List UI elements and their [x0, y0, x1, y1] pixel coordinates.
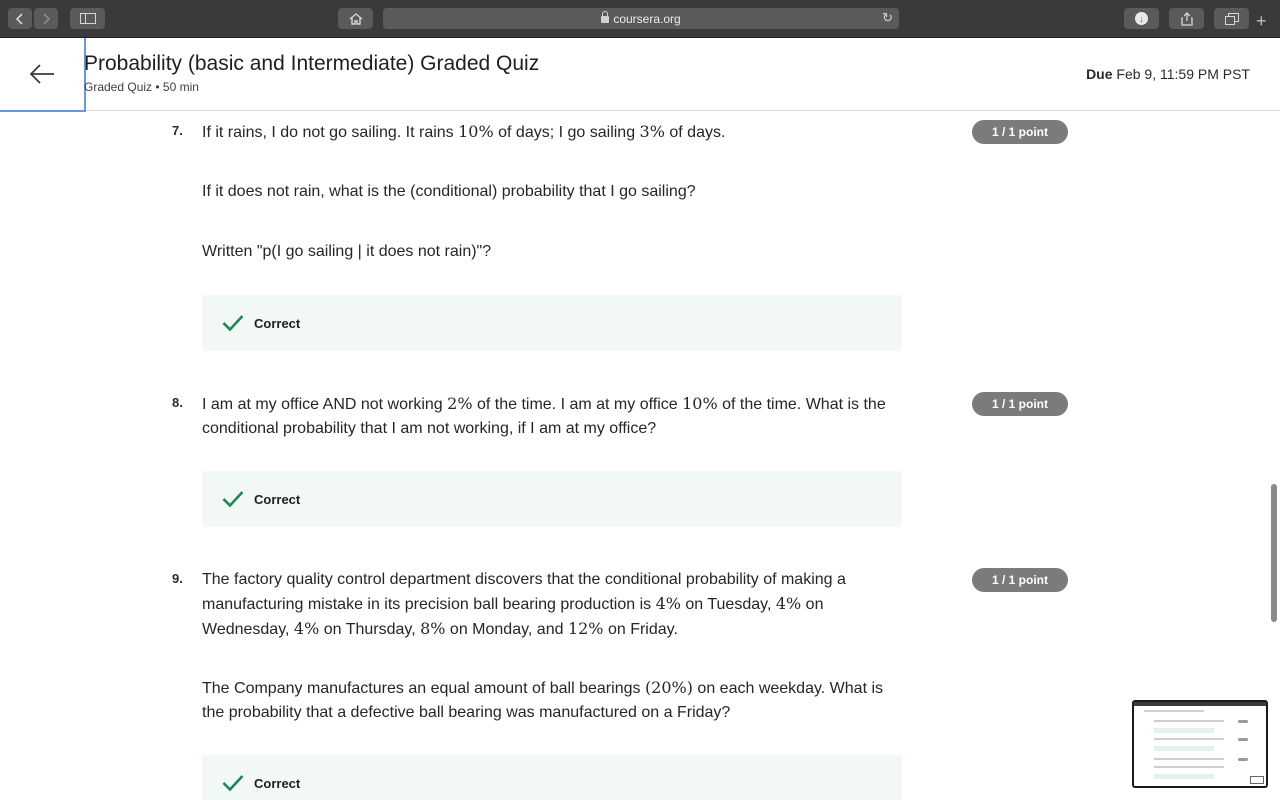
- feedback-box: Correct: [202, 755, 902, 800]
- score-badge: 1 / 1 point: [972, 392, 1068, 416]
- math-value: 4%: [775, 594, 802, 613]
- new-tab-icon[interactable]: +: [1256, 12, 1267, 30]
- question-text-part: of the time. I am at my office: [472, 396, 683, 413]
- chevron-left-icon: [16, 12, 23, 25]
- question-paragraph: Written "p(I go sailing | it does not ra…: [202, 243, 492, 260]
- question-text-part: of days.: [664, 124, 726, 141]
- browser-forward-button[interactable]: [34, 8, 58, 29]
- question-number: 8.: [172, 395, 183, 410]
- due-date: Due Feb 9, 11:59 PM PST: [1086, 66, 1250, 82]
- address-bar[interactable]: coursera.org ↻: [383, 8, 899, 29]
- chevron-right-icon: [43, 12, 50, 25]
- browser-nav: [8, 8, 58, 29]
- feedback-box: Correct: [202, 295, 902, 351]
- thumb-pill: [1238, 758, 1248, 761]
- checkmark-icon: [222, 315, 244, 332]
- question-text: If it rains, I do not go sailing. It rai…: [202, 120, 902, 145]
- question-text-part: on Tuesday,: [680, 596, 776, 613]
- thumb-line: [1154, 746, 1214, 751]
- thumb-chrome: [1134, 702, 1266, 706]
- sidebar-icon: [79, 13, 96, 24]
- feedback-box: Correct: [202, 471, 902, 527]
- math-value: 4%: [655, 594, 681, 613]
- feedback-label: Correct: [254, 491, 301, 507]
- page-title: Probability (basic and Intermediate) Gra…: [84, 52, 540, 75]
- question-paragraph: The Company manufactures an equal amount…: [202, 676, 902, 725]
- download-icon: ↓: [1135, 12, 1148, 25]
- quiz-content[interactable]: 7. If it rains, I do not go sailing. It …: [0, 111, 1280, 800]
- checkmark-icon: [222, 491, 244, 508]
- question-text-part: on Thursday,: [319, 621, 421, 638]
- question-text-part: The Company manufactures an equal amount…: [202, 680, 645, 697]
- checkmark-icon: [222, 775, 244, 792]
- math-value: 10%: [458, 122, 494, 141]
- share-button[interactable]: [1169, 8, 1204, 29]
- math-value: 4%: [293, 619, 320, 638]
- feedback-label: Correct: [254, 775, 301, 791]
- thumb-pill: [1238, 720, 1248, 723]
- thumb-line: [1154, 728, 1214, 733]
- question-paragraph: If it does not rain, what is the (condit…: [202, 183, 696, 200]
- thumb-line: [1154, 774, 1214, 779]
- thumb-viewport: [1250, 776, 1264, 784]
- score-badge: 1 / 1 point: [972, 568, 1068, 592]
- question-text: The factory quality control department d…: [202, 568, 902, 642]
- quiz-header: Probability (basic and Intermediate) Gra…: [0, 38, 1280, 112]
- thumb-line: [1154, 738, 1224, 740]
- question-text-part: on Monday, and: [445, 621, 568, 638]
- sidebar-toggle-button[interactable]: [70, 8, 105, 29]
- math-value: 10%: [682, 394, 718, 413]
- tabs-overview-button[interactable]: [1214, 8, 1249, 29]
- arrow-left-icon: [29, 64, 54, 84]
- thumb-line: [1154, 758, 1224, 760]
- home-icon: [349, 12, 362, 25]
- question-text-part: I am at my office AND not working: [202, 396, 448, 413]
- browser-back-button[interactable]: [8, 8, 32, 29]
- url-text: coursera.org: [613, 11, 681, 26]
- feedback-label: Correct: [254, 315, 301, 331]
- browser-toolbar: coursera.org ↻ ↓ +: [0, 0, 1280, 38]
- screenshot-thumbnail[interactable]: [1132, 700, 1268, 788]
- question-text-part: on Friday.: [603, 621, 678, 638]
- math-value: (20%): [644, 678, 693, 697]
- thumb-pill: [1238, 738, 1248, 741]
- reload-icon[interactable]: ↻: [882, 10, 893, 26]
- math-value: 3%: [639, 122, 665, 141]
- browser-actions: ↓: [1124, 8, 1249, 29]
- tabs-icon: [1224, 12, 1239, 25]
- thumb-line: [1154, 766, 1224, 768]
- score-badge: 1 / 1 point: [972, 120, 1068, 144]
- page-subtitle: Graded Quiz • 50 min: [84, 80, 199, 94]
- thumb-line: [1144, 710, 1204, 712]
- thumb-line: [1154, 720, 1224, 722]
- question-number: 7.: [172, 123, 183, 138]
- downloads-button[interactable]: ↓: [1124, 8, 1159, 29]
- share-icon: [1180, 11, 1193, 26]
- home-button[interactable]: [338, 8, 373, 29]
- due-value: Feb 9, 11:59 PM PST: [1116, 66, 1250, 82]
- math-value: 2%: [447, 394, 473, 413]
- question-text-part: of days; I go sailing: [493, 124, 640, 141]
- math-value: 12%: [567, 619, 604, 638]
- page-scrollbar[interactable]: [1271, 484, 1277, 622]
- math-value: 8%: [420, 619, 446, 638]
- due-label: Due: [1086, 66, 1113, 82]
- question-text: I am at my office AND not working 2% of …: [202, 392, 902, 441]
- question-number: 9.: [172, 571, 183, 586]
- question-text-part: If it rains, I do not go sailing. It rai…: [202, 124, 459, 141]
- lock-icon: [601, 11, 610, 23]
- back-button[interactable]: [0, 38, 86, 112]
